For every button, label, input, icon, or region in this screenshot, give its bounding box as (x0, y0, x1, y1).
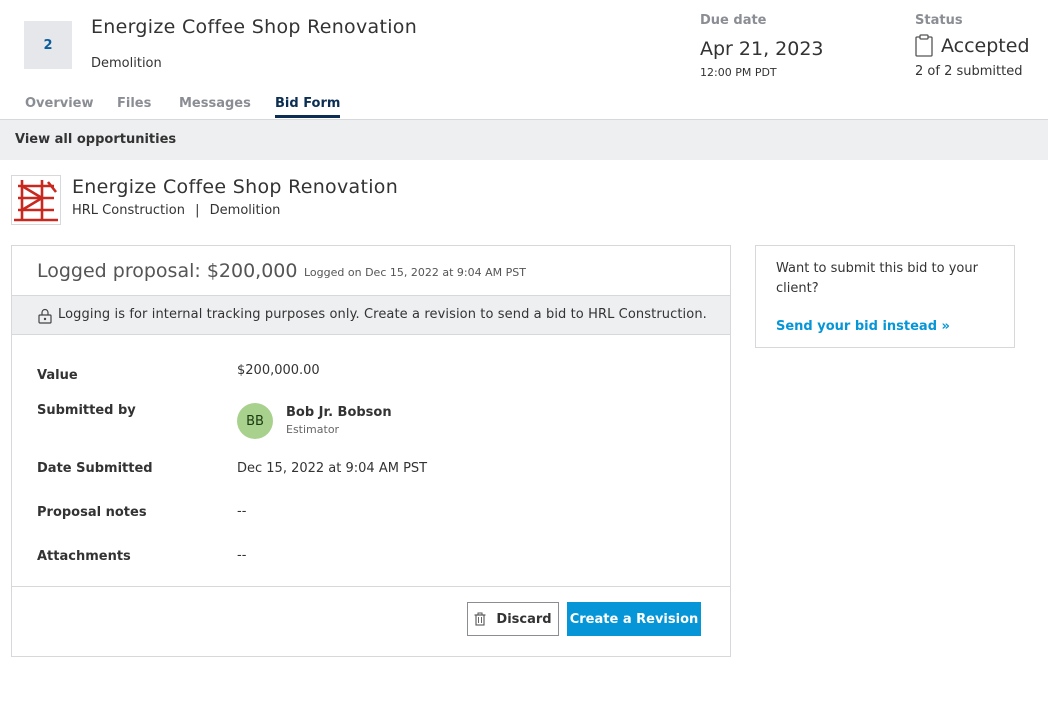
attachments-label: Attachments (37, 549, 131, 564)
sub-navigation-bar: View all opportunities (0, 119, 1048, 160)
due-time-value: 12:00 PM PDT (700, 66, 777, 79)
clipboard-icon (915, 34, 933, 57)
tab-bid-form[interactable]: Bid Form (275, 96, 341, 118)
date-submitted-value: Dec 15, 2022 at 9:04 AM PST (237, 461, 428, 476)
date-submitted-label: Date Submitted (37, 461, 153, 476)
due-date-value: Apr 21, 2023 (700, 38, 824, 60)
project-badge: 2 (24, 21, 72, 69)
attachments-value: -- (237, 548, 247, 563)
company-subtitle: HRL Construction | Demolition (72, 203, 280, 218)
trash-icon (474, 612, 486, 626)
tab-overview[interactable]: Overview (25, 96, 117, 118)
avatar: BB (237, 403, 273, 439)
divider (12, 586, 730, 587)
trade-name: Demolition (209, 203, 281, 218)
company-name: HRL Construction (72, 203, 185, 218)
page-title: Energize Coffee Shop Renovation (91, 16, 418, 38)
proposal-card: Logged proposal: $200,000 Logged on Dec … (11, 245, 731, 657)
tab-overview-label: Overview (25, 96, 94, 111)
tab-files-label: Files (117, 96, 152, 111)
status-label: Status (915, 13, 963, 28)
proposal-notes-label: Proposal notes (37, 505, 147, 520)
bridge-logo-icon (14, 180, 58, 222)
lock-icon (38, 308, 52, 324)
company-logo (11, 175, 61, 225)
logged-on-meta: Logged on Dec 15, 2022 at 9:04 AM PST (304, 266, 526, 279)
separator: | (195, 203, 200, 218)
submitted-by-label: Submitted by (37, 403, 136, 418)
discard-button[interactable]: Discard (467, 602, 559, 636)
create-revision-button[interactable]: Create a Revision (567, 602, 701, 636)
tab-bid-form-label: Bid Form (275, 96, 341, 111)
submit-bid-promo: Want to submit this bid to your client? … (755, 245, 1015, 348)
page-subtitle: Demolition (91, 56, 162, 71)
notice-text: Logging is for internal tracking purpose… (58, 307, 707, 322)
status-submitted-count: 2 of 2 submitted (915, 64, 1023, 79)
project-header: 2 Energize Coffee Shop Renovation Demoli… (0, 0, 1048, 120)
submitter-name: Bob Jr. Bobson (286, 405, 392, 420)
submitter-role: Estimator (286, 423, 340, 436)
company-project-title: Energize Coffee Shop Renovation (72, 176, 399, 198)
tab-files[interactable]: Files (117, 96, 179, 118)
submit-bid-prompt: Want to submit this bid to your client? (776, 261, 978, 296)
status-row: Accepted (915, 34, 1030, 57)
tab-messages[interactable]: Messages (179, 96, 275, 118)
send-bid-link[interactable]: Send your bid instead » (776, 319, 950, 334)
logged-proposal-title: Logged proposal: $200,000 (37, 260, 298, 282)
internal-tracking-notice: Logging is for internal tracking purpose… (12, 296, 730, 335)
status-value: Accepted (941, 34, 1030, 57)
value-label: Value (37, 368, 78, 383)
discard-button-label: Discard (496, 611, 552, 627)
due-date-label: Due date (700, 13, 767, 28)
tab-bar: Overview Files Messages Bid Form (25, 96, 341, 118)
view-all-opportunities-link[interactable]: View all opportunities (15, 132, 176, 147)
proposal-card-header: Logged proposal: $200,000 Logged on Dec … (12, 246, 730, 296)
proposal-notes-value: -- (237, 504, 247, 519)
value-amount: $200,000.00 (237, 363, 320, 378)
tab-messages-label: Messages (179, 96, 251, 111)
